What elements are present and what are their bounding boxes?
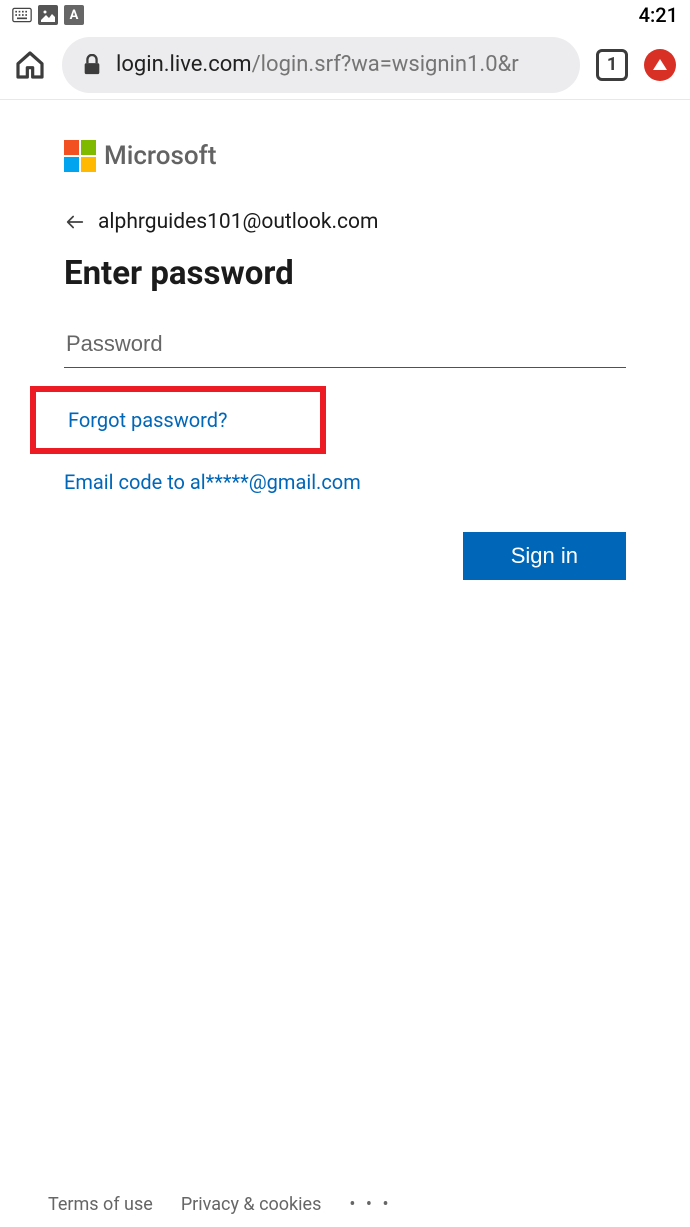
back-arrow-icon[interactable] [64, 211, 86, 233]
home-icon[interactable] [14, 49, 46, 81]
forgot-password-link[interactable]: Forgot password? [38, 408, 228, 432]
signin-row: Sign in [64, 532, 626, 580]
account-row: alphrguides101@outlook.com [64, 210, 626, 234]
microsoft-logo: Microsoft [64, 140, 626, 172]
url-text: login.live.com/login.srf?wa=wsignin1.0&r [116, 52, 519, 77]
signin-button[interactable]: Sign in [463, 532, 626, 580]
url-path: /login.srf?wa=wsignin1.0&r [252, 52, 519, 77]
page-title: Enter password [64, 254, 626, 293]
privacy-link[interactable]: Privacy & cookies [181, 1194, 322, 1215]
microsoft-brand-text: Microsoft [104, 141, 217, 171]
status-left-icons: A [12, 5, 84, 25]
browser-bar: login.live.com/login.srf?wa=wsignin1.0&r… [0, 30, 690, 100]
font-icon: A [64, 5, 84, 25]
status-time: 4:21 [639, 3, 678, 27]
keyboard-icon [12, 5, 32, 25]
microsoft-tiles-icon [64, 140, 96, 172]
url-host: login.live.com [116, 52, 252, 77]
account-email: alphrguides101@outlook.com [98, 210, 378, 234]
image-icon [38, 5, 58, 25]
update-icon[interactable] [644, 49, 676, 81]
highlight-annotation: Forgot password? [30, 386, 326, 454]
password-input[interactable] [64, 321, 626, 368]
footer: Terms of use Privacy & cookies • • • [0, 1194, 690, 1215]
content-area: Microsoft alphrguides101@outlook.com Ent… [0, 100, 690, 580]
lock-icon [82, 54, 102, 76]
more-dots-icon[interactable]: • • • [349, 1194, 391, 1215]
terms-link[interactable]: Terms of use [48, 1194, 153, 1215]
url-bar[interactable]: login.live.com/login.srf?wa=wsignin1.0&r [62, 37, 580, 93]
email-code-link[interactable]: Email code to al*****@gmail.com [64, 470, 626, 494]
tab-count-button[interactable]: 1 [596, 49, 628, 81]
status-bar: A 4:21 [0, 0, 690, 30]
